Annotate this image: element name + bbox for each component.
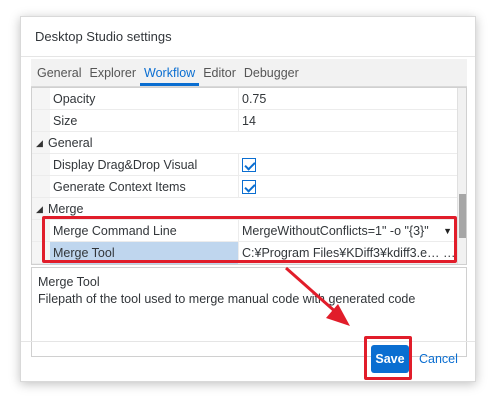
column-separator [238, 110, 239, 132]
chevron-down-icon[interactable]: ▼ [443, 220, 452, 242]
tab-debugger[interactable]: Debugger [240, 66, 303, 86]
property-name: Generate Context Items [53, 180, 186, 194]
column-separator [238, 154, 239, 176]
tab-editor[interactable]: Editor [199, 66, 240, 86]
settings-dialog: Desktop Studio settings General Explorer… [20, 16, 476, 382]
property-name: Merge Command Line [53, 224, 177, 238]
property-value[interactable]: 14 [242, 110, 458, 132]
scrollbar-thumb[interactable] [459, 194, 466, 238]
triangle-expanded-icon[interactable]: ◢ [36, 198, 43, 220]
column-separator [238, 242, 239, 264]
property-name: Opacity [53, 92, 96, 106]
category-name: General [48, 136, 93, 150]
cancel-button[interactable]: Cancel [419, 345, 458, 373]
property-value[interactable]: MergeWithoutConflicts=1" -o "{3}" [242, 220, 442, 242]
property-row-generate-context-items[interactable]: Generate Context Items [32, 176, 458, 198]
footer-divider [21, 341, 475, 342]
checkmark-icon[interactable] [242, 158, 256, 172]
property-row-merge-tool[interactable]: Merge Tool C:¥Program Files¥KDiff3¥kdiff… [32, 242, 458, 264]
category-name: Merge [48, 202, 84, 216]
property-value[interactable]: 0.75 [242, 88, 458, 110]
tab-general[interactable]: General [33, 66, 85, 86]
property-row-display-drag-drop[interactable]: Display Drag&Drop Visual [32, 154, 458, 176]
property-value[interactable]: C:¥Program Files¥KDiff3¥kdiff3.e… … [242, 242, 458, 264]
property-value [242, 154, 458, 176]
column-separator [238, 176, 239, 198]
property-name: Display Drag&Drop Visual [53, 158, 198, 172]
checkmark-icon[interactable] [242, 180, 256, 194]
category-row-general[interactable]: ◢ General [32, 132, 458, 154]
description-title: Merge Tool [38, 275, 100, 289]
save-button[interactable]: Save [371, 345, 409, 373]
column-separator [238, 88, 239, 110]
tab-bar: General Explorer Workflow Editor Debugge… [31, 59, 467, 87]
property-name: Size [53, 114, 78, 128]
property-grid: Opacity 0.75 Size 14 ◢ General Display D… [31, 87, 467, 265]
property-name: Merge Tool [53, 246, 115, 260]
description-panel: Merge Tool Filepath of the tool used to … [31, 267, 467, 357]
property-row-size[interactable]: Size 14 [32, 110, 458, 132]
tab-workflow[interactable]: Workflow [140, 66, 200, 86]
column-separator [238, 220, 239, 242]
property-row-opacity[interactable]: Opacity 0.75 [32, 88, 458, 110]
tab-explorer[interactable]: Explorer [85, 66, 140, 86]
dialog-title: Desktop Studio settings [21, 17, 475, 57]
vertical-scrollbar[interactable] [457, 88, 466, 264]
property-row-merge-command-line[interactable]: Merge Command Line MergeWithoutConflicts… [32, 220, 458, 242]
description-text: Filepath of the tool used to merge manua… [38, 292, 416, 306]
category-row-merge[interactable]: ◢ Merge [32, 198, 458, 220]
triangle-expanded-icon[interactable]: ◢ [36, 132, 43, 154]
property-value [242, 176, 458, 198]
